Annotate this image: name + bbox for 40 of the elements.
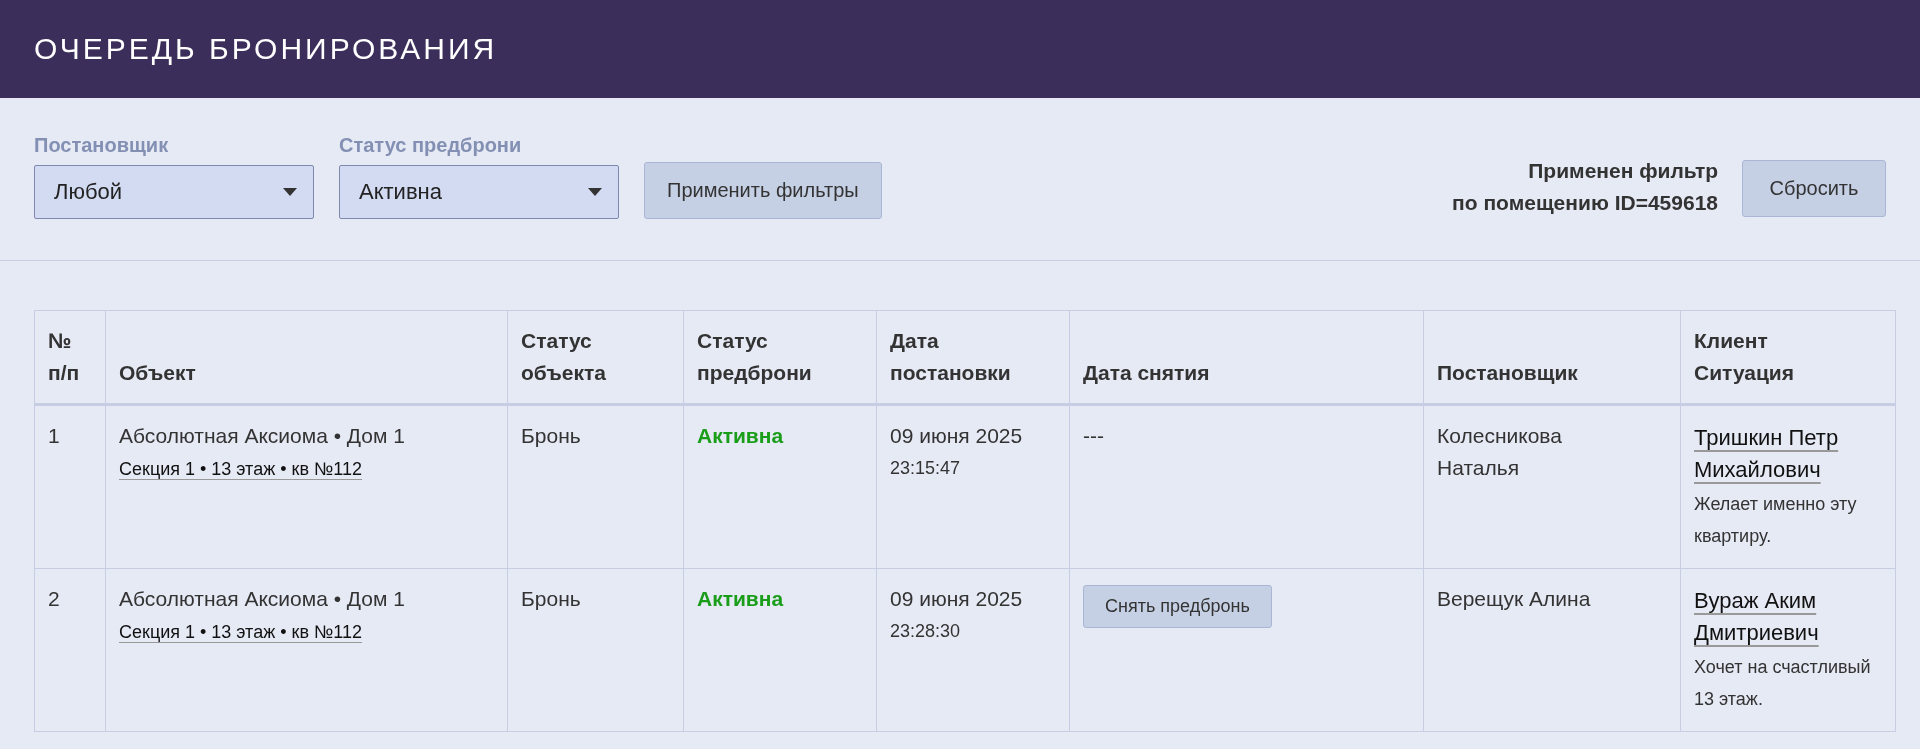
time-text: 23:28:30 (890, 620, 962, 643)
client-link[interactable]: Тришкин Петр Михайлович (1694, 422, 1882, 486)
column-header: Постановщик (1423, 310, 1681, 405)
cancel-booking-button[interactable]: Снять предбронь (1083, 585, 1272, 628)
situation-text: Желает именно эту квартиру. (1694, 493, 1858, 548)
object-name: Абсолютная Аксиома • Дом 1 (119, 423, 406, 449)
page-title: ОЧЕРЕДЬ БРОНИРОВАНИЯ (34, 32, 498, 66)
filter-label: Постановщик (34, 134, 170, 157)
booking-status: Активна (697, 587, 784, 610)
date-text: 09 июня 2025 (890, 586, 1024, 612)
row-number: 2 (48, 587, 60, 610)
client-link[interactable]: Вураж Аким Дмитриевич (1694, 585, 1882, 649)
situation-text: Хочет на счастливый 13 этаж. (1694, 656, 1872, 711)
time-text: 23:15:47 (890, 457, 962, 480)
object-status: Бронь (521, 587, 581, 610)
empty-date: --- (1083, 424, 1104, 447)
date-text: 09 июня 2025 (890, 423, 1024, 449)
caret-icon (283, 188, 297, 196)
reset-button[interactable]: Сбросить (1742, 160, 1886, 217)
caret-icon (588, 188, 602, 196)
filter-dropdown[interactable]: Любой (34, 165, 314, 219)
creator-name: Колесникова Наталья (1437, 423, 1563, 481)
column-header: Дата снятия (1069, 310, 1424, 405)
apply-filters-button[interactable]: Применить фильтры (644, 162, 882, 219)
filter-label: Статус предброни (339, 134, 523, 157)
column-header: Статус предброни (683, 310, 877, 405)
creator-name: Верещук Алина (1437, 586, 1592, 612)
row-number: 1 (48, 424, 60, 447)
column-header: Статус объекта (507, 310, 684, 405)
column-header: Дата постановки (876, 310, 1070, 405)
applied-filter-note: Применен фильтр по помещению ID=459618 (1452, 158, 1718, 216)
unit-link[interactable]: Секция 1 • 13 этаж • кв №112 (119, 459, 362, 480)
booking-status: Активна (697, 424, 784, 447)
object-status: Бронь (521, 424, 581, 447)
column-header: Объект (105, 310, 508, 405)
filter-dropdown[interactable]: Активна (339, 165, 619, 219)
column-header: Клиент Ситуация (1680, 310, 1896, 405)
object-name: Абсолютная Аксиома • Дом 1 (119, 586, 406, 612)
unit-link[interactable]: Секция 1 • 13 этаж • кв №112 (119, 622, 362, 643)
column-header: № п/п (34, 310, 106, 405)
